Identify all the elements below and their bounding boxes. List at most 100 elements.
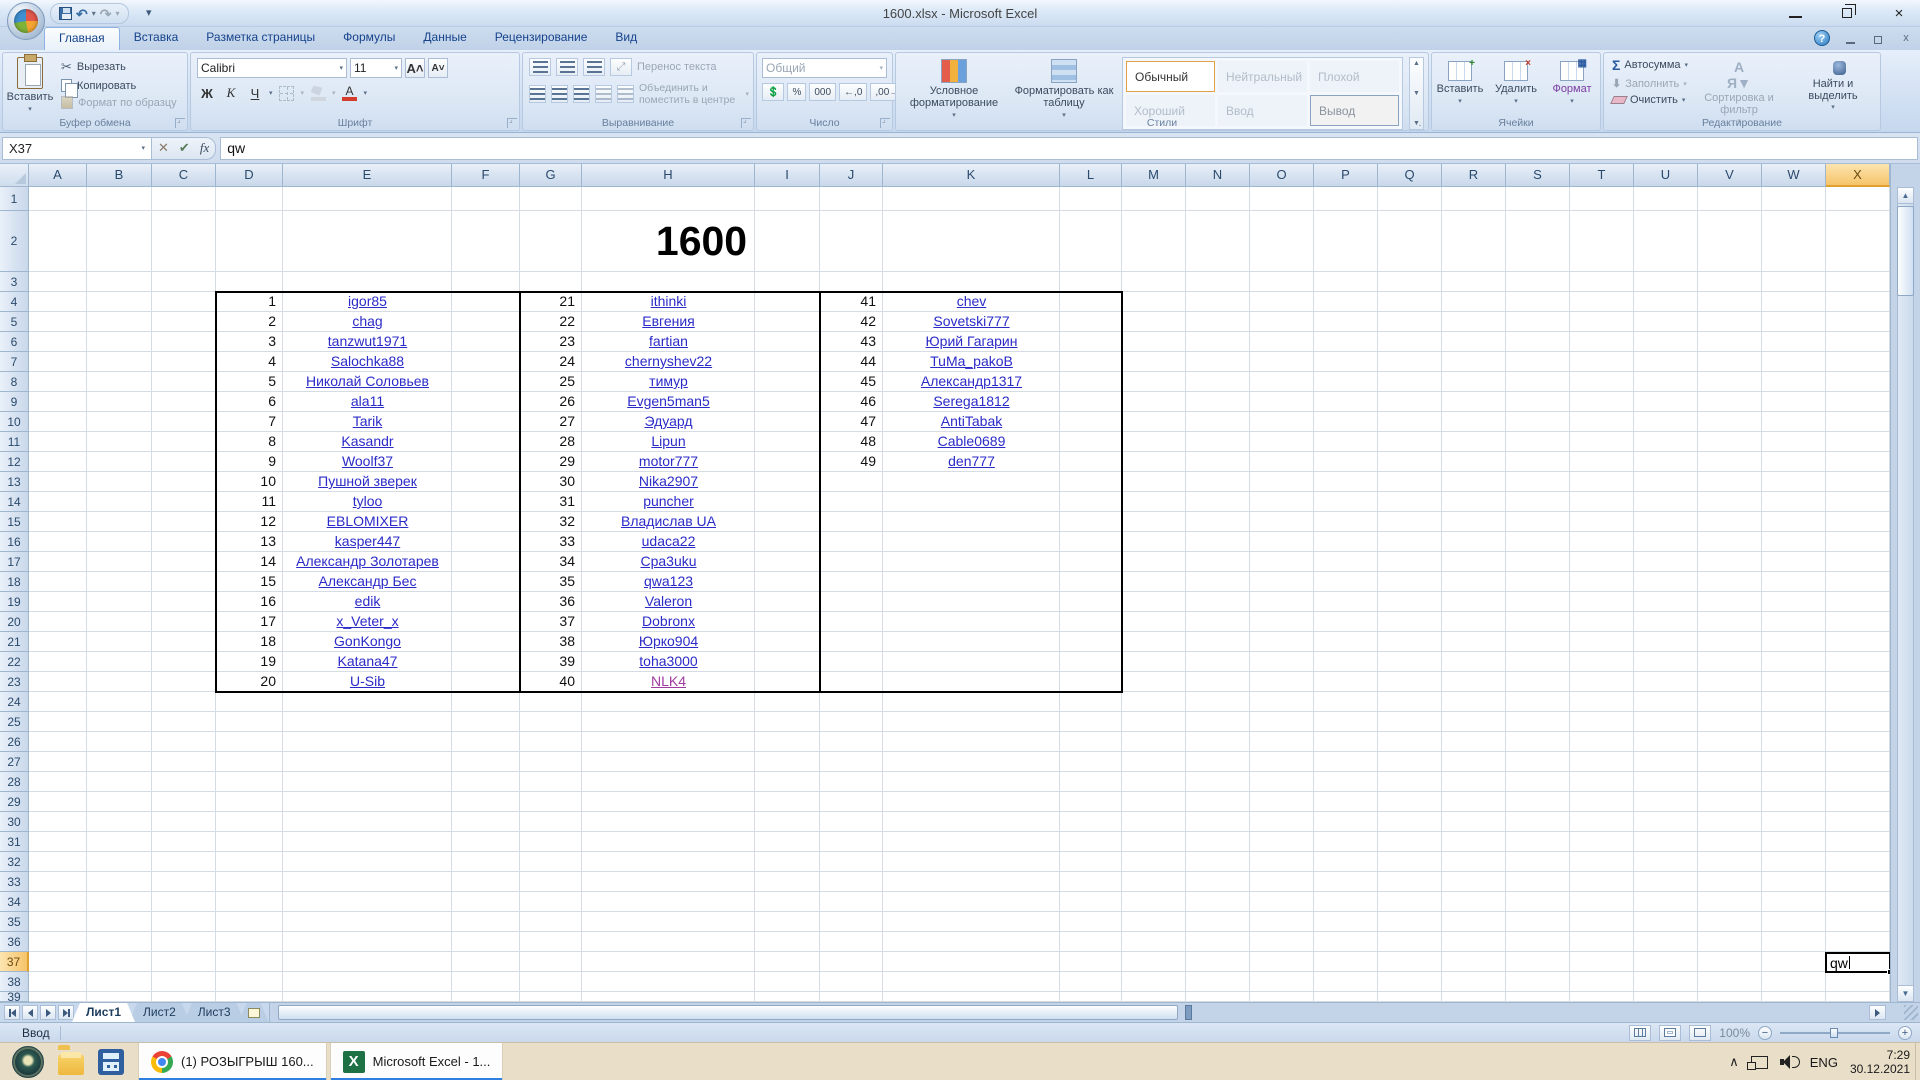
borders-button[interactable]: [277, 83, 297, 103]
paste-button[interactable]: Вставить ▾: [3, 53, 57, 113]
row-header-36[interactable]: 36: [0, 932, 29, 952]
ribbon-tab-Вставка[interactable]: Вставка: [120, 27, 193, 50]
percent-button[interactable]: %: [787, 83, 806, 101]
column-header-J[interactable]: J: [820, 164, 883, 187]
row-header-8[interactable]: 8: [0, 372, 29, 392]
scroll-up-icon[interactable]: ▲: [1897, 187, 1914, 204]
cell-style-Плохой[interactable]: Плохой: [1310, 61, 1399, 92]
name-box[interactable]: X37▾: [2, 137, 152, 160]
copy-button[interactable]: Копировать: [61, 79, 177, 92]
column-header-A[interactable]: A: [29, 164, 87, 187]
row-header-18[interactable]: 18: [0, 572, 29, 592]
column-header-S[interactable]: S: [1506, 164, 1570, 187]
font-color-dropdown[interactable]: ▾: [364, 89, 368, 97]
minimize-button[interactable]: [1782, 4, 1808, 22]
network-icon[interactable]: [1751, 1056, 1768, 1069]
row-header-22[interactable]: 22: [0, 652, 29, 672]
row-header-15[interactable]: 15: [0, 512, 29, 532]
borders-dropdown[interactable]: ▾: [301, 89, 305, 97]
grow-font-button[interactable]: A˄: [405, 58, 425, 78]
hscroll-thumb[interactable]: [278, 1005, 1178, 1020]
show-desktop-button[interactable]: [1915, 1043, 1920, 1080]
row-header-25[interactable]: 25: [0, 712, 29, 732]
namebox-dropdown-icon[interactable]: ▾: [141, 144, 145, 152]
fill-button[interactable]: ⬇Заполнить▾: [1612, 77, 1688, 90]
insert-function-icon[interactable]: fx: [200, 140, 209, 156]
column-header-E[interactable]: E: [283, 164, 452, 187]
row-header-5[interactable]: 5: [0, 312, 29, 332]
cut-button[interactable]: ✂Вырезать: [61, 59, 177, 75]
align-bottom-button[interactable]: [583, 58, 605, 76]
row-header-1[interactable]: 1: [0, 187, 29, 211]
resize-grip[interactable]: [1904, 1005, 1918, 1020]
column-header-R[interactable]: R: [1442, 164, 1506, 187]
column-header-W[interactable]: W: [1762, 164, 1826, 187]
column-header-Q[interactable]: Q: [1378, 164, 1442, 187]
accounting-format-button[interactable]: 💲: [762, 83, 784, 101]
column-header-B[interactable]: B: [87, 164, 152, 187]
italic-button[interactable]: К: [221, 83, 241, 103]
dialog-launcher-icon[interactable]: [741, 118, 751, 128]
row-header-4[interactable]: 4: [0, 292, 29, 312]
page-layout-view-button[interactable]: [1659, 1025, 1681, 1041]
row-header-2[interactable]: 2: [0, 211, 29, 272]
row-header-13[interactable]: 13: [0, 472, 29, 492]
row-header-21[interactable]: 21: [0, 632, 29, 652]
save-icon[interactable]: [59, 7, 72, 20]
row-header-14[interactable]: 14: [0, 492, 29, 512]
font-family-combo[interactable]: Calibri▾: [197, 58, 347, 78]
dialog-launcher-icon[interactable]: [880, 118, 890, 128]
row-header-9[interactable]: 9: [0, 392, 29, 412]
row-header-31[interactable]: 31: [0, 832, 29, 852]
column-header-H[interactable]: H: [582, 164, 755, 187]
fill-color-dropdown[interactable]: ▾: [332, 89, 336, 97]
last-sheet-icon[interactable]: [58, 1005, 74, 1020]
zoom-slider[interactable]: [1780, 1032, 1890, 1034]
first-sheet-icon[interactable]: [4, 1005, 20, 1020]
zoom-in-icon[interactable]: +: [1898, 1026, 1912, 1040]
column-header-V[interactable]: V: [1698, 164, 1762, 187]
column-header-X[interactable]: X: [1826, 164, 1890, 187]
ribbon-tab-Рецензирование[interactable]: Рецензирование: [481, 27, 602, 50]
clear-button[interactable]: Очистить▾: [1612, 94, 1688, 106]
next-sheet-icon[interactable]: [40, 1005, 56, 1020]
scroll-right-icon[interactable]: [1869, 1005, 1886, 1020]
row-header-33[interactable]: 33: [0, 872, 29, 892]
speaker-icon[interactable]: [1780, 1055, 1798, 1069]
orientation-button[interactable]: ⤢: [610, 58, 632, 76]
column-header-I[interactable]: I: [755, 164, 820, 187]
restore-button[interactable]: [1834, 4, 1860, 22]
row-header-20[interactable]: 20: [0, 612, 29, 632]
row-header-24[interactable]: 24: [0, 692, 29, 712]
tab-split-handle[interactable]: [1185, 1005, 1192, 1020]
column-header-M[interactable]: M: [1122, 164, 1186, 187]
cancel-icon[interactable]: ✕: [158, 140, 169, 156]
excel-task-button[interactable]: Microsoft Excel - 1...: [330, 1043, 504, 1080]
row-header-16[interactable]: 16: [0, 532, 29, 552]
cell-style-Нейтральный[interactable]: Нейтральный: [1218, 61, 1307, 92]
row-header-7[interactable]: 7: [0, 352, 29, 372]
row-header-39[interactable]: 39: [0, 992, 29, 1002]
row-header-6[interactable]: 6: [0, 332, 29, 352]
sheet-tab-Лист1[interactable]: Лист1: [72, 1003, 135, 1022]
column-header-L[interactable]: L: [1060, 164, 1122, 187]
file-explorer-button[interactable]: [58, 1049, 84, 1075]
vscroll-thumb[interactable]: [1897, 206, 1914, 296]
redo-icon[interactable]: ↷: [100, 7, 112, 21]
enter-icon[interactable]: ✔: [179, 140, 190, 156]
row-header-19[interactable]: 19: [0, 592, 29, 612]
fill-color-button[interactable]: [308, 83, 328, 103]
underline-dropdown[interactable]: ▾: [269, 89, 273, 97]
worksheet-grid[interactable]: ABCDEFGHIJKLMNOPQRSTUVWX 123456789101112…: [0, 164, 1890, 1002]
row-header-29[interactable]: 29: [0, 792, 29, 812]
column-header-D[interactable]: D: [216, 164, 283, 187]
ribbon-tab-Вид[interactable]: Вид: [601, 27, 651, 50]
row-header-12[interactable]: 12: [0, 452, 29, 472]
zoom-out-icon[interactable]: −: [1758, 1026, 1772, 1040]
column-header-P[interactable]: P: [1314, 164, 1378, 187]
row-header-27[interactable]: 27: [0, 752, 29, 772]
help-icon[interactable]: ?: [1814, 30, 1830, 46]
row-header-17[interactable]: 17: [0, 552, 29, 572]
align-right-button[interactable]: [573, 85, 590, 103]
redo-dropdown[interactable]: ▾: [115, 9, 119, 18]
